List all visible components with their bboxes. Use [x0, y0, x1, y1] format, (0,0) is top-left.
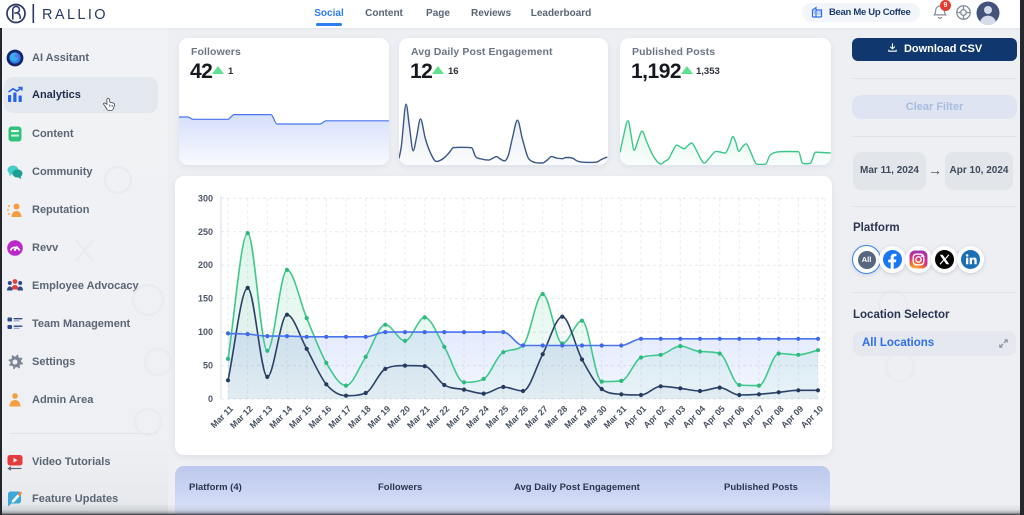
svg-text:150: 150	[198, 294, 213, 304]
svg-text:250: 250	[198, 227, 213, 237]
svg-text:50: 50	[203, 361, 213, 371]
svg-text:300: 300	[198, 193, 213, 203]
svg-text:0: 0	[208, 394, 213, 404]
svg-text:Apr 10: Apr 10	[799, 404, 826, 431]
svg-text:200: 200	[198, 260, 213, 270]
svg-text:100: 100	[198, 327, 213, 337]
svg-text:RALLIO: RALLIO	[42, 7, 108, 23]
